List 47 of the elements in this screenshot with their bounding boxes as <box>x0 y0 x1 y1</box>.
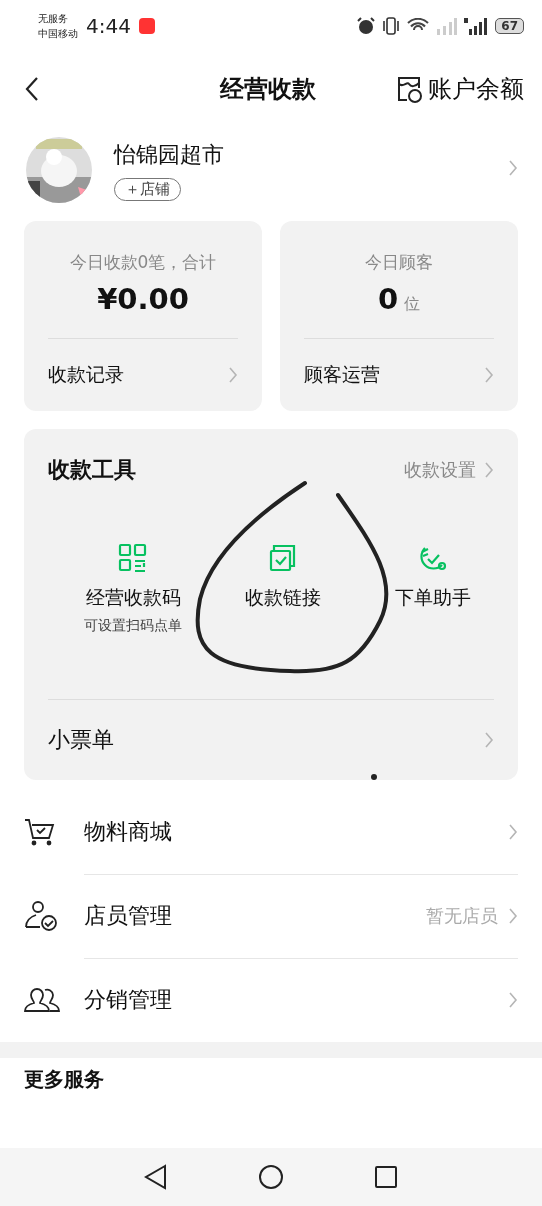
stat-caption: 今日收款0笔，合计 <box>69 251 217 274</box>
qr-code-icon <box>118 543 148 573</box>
chevron-icon <box>508 822 518 841</box>
stat-unit: 位 <box>404 294 421 315</box>
vibrate-icon <box>381 17 402 35</box>
menu-item[interactable]: 分销管理 <box>84 985 172 1015</box>
carrier-name: 中国移动 <box>38 27 78 41</box>
cart-icon <box>24 818 56 846</box>
page-dot <box>371 774 377 780</box>
person-check-icon <box>24 900 58 932</box>
app-notification-icon <box>138 18 155 34</box>
wallet-icon <box>396 74 422 103</box>
chevron-icon <box>484 731 494 749</box>
card-link[interactable]: 顾客运营 <box>304 362 380 388</box>
card-link[interactable]: 收款记录 <box>48 362 124 388</box>
menu-item[interactable]: 物料商城 <box>84 816 172 847</box>
stat-caption: 今日顾客 <box>365 251 433 274</box>
tool-item[interactable]: 下单助手 <box>358 543 508 645</box>
alarm-icon <box>357 17 376 35</box>
balance-link[interactable]: 账户余额 <box>396 72 524 105</box>
page-title: 经营收款 <box>220 73 316 105</box>
chevron-icon <box>484 366 494 384</box>
section-title: 收款工具 <box>48 456 136 484</box>
people-icon <box>24 987 60 1013</box>
signal-icon <box>463 17 490 35</box>
stat-value: ¥0.00 <box>97 282 189 316</box>
menu-item[interactable]: 店员管理 <box>84 900 172 931</box>
signal-icon <box>435 17 458 35</box>
stat-value: 0 <box>377 282 399 316</box>
tool-item[interactable]: 收款链接 <box>208 543 358 645</box>
chevron-icon <box>508 991 518 1009</box>
menu-hint: 暂无店员 <box>426 903 498 928</box>
chevron-icon <box>508 906 518 925</box>
back-icon[interactable] <box>144 1164 168 1190</box>
battery-indicator: 67 <box>495 18 524 34</box>
section-title: 更多服务 <box>23 1066 105 1093</box>
recents-icon[interactable] <box>374 1165 398 1189</box>
store-name: 怡锦园超市 <box>114 140 224 169</box>
checked-document-icon <box>268 543 298 573</box>
chevron-icon <box>484 461 494 479</box>
carrier-status: 无服务 <box>38 12 69 26</box>
chevron-icon <box>228 366 238 384</box>
receipt-link[interactable]: 小票单 <box>48 725 114 755</box>
tool-item[interactable]: 经营收款码 可设置扫码点单 <box>58 543 208 645</box>
clock: 4:44 <box>86 14 131 38</box>
home-icon[interactable] <box>258 1164 284 1190</box>
chevron-icon <box>508 159 518 177</box>
